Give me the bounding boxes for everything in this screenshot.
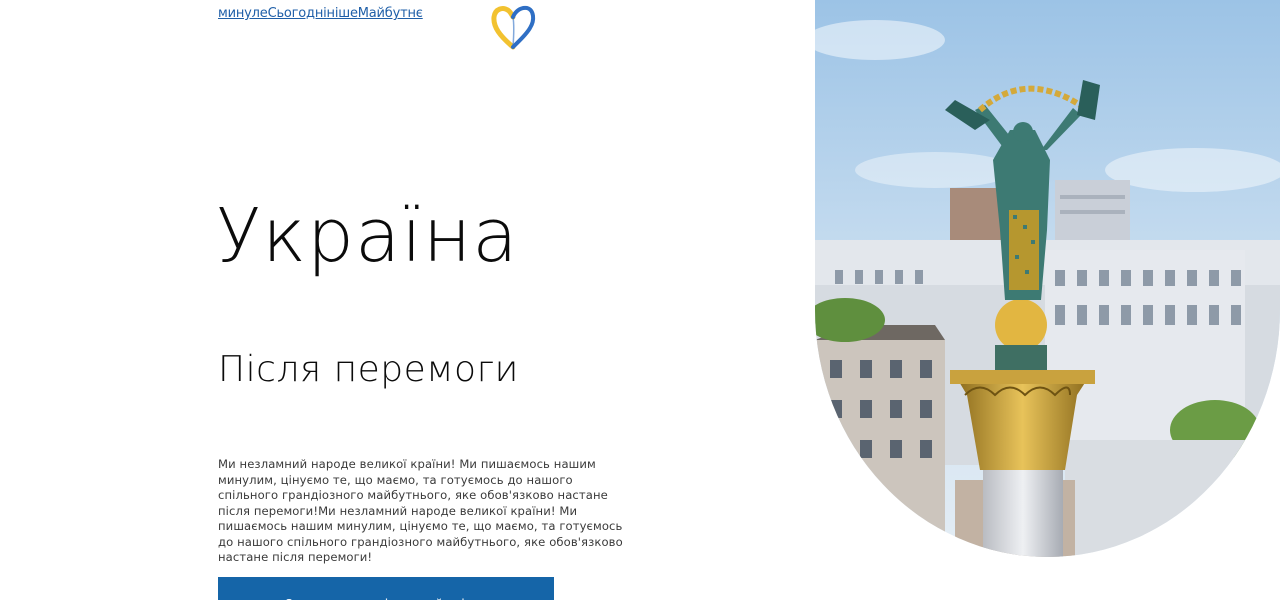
get-sticker-button[interactable]: Отримати патріотичний стікер xyxy=(218,577,554,600)
nav-link-future[interactable]: Майбутнє xyxy=(358,6,423,21)
hero-image xyxy=(815,0,1280,557)
page-title: Україна xyxy=(216,193,519,279)
nav-link-past[interactable]: минуле xyxy=(218,6,268,21)
nav-link-today[interactable]: Сьогодні xyxy=(268,6,327,21)
monument-illustration xyxy=(815,0,1280,557)
intro-paragraph: Ми незламний народе великої країни! Ми п… xyxy=(218,457,623,564)
page-subtitle: Після перемоги xyxy=(218,349,519,390)
nav-link-now[interactable]: ніше xyxy=(327,6,358,21)
top-nav: минуле Сьогодні ніше Майбутнє xyxy=(218,6,423,21)
page: минуле Сьогодні ніше Майбутнє Україна Після… xyxy=(0,0,1280,600)
heart-logo-icon[interactable] xyxy=(490,3,536,51)
